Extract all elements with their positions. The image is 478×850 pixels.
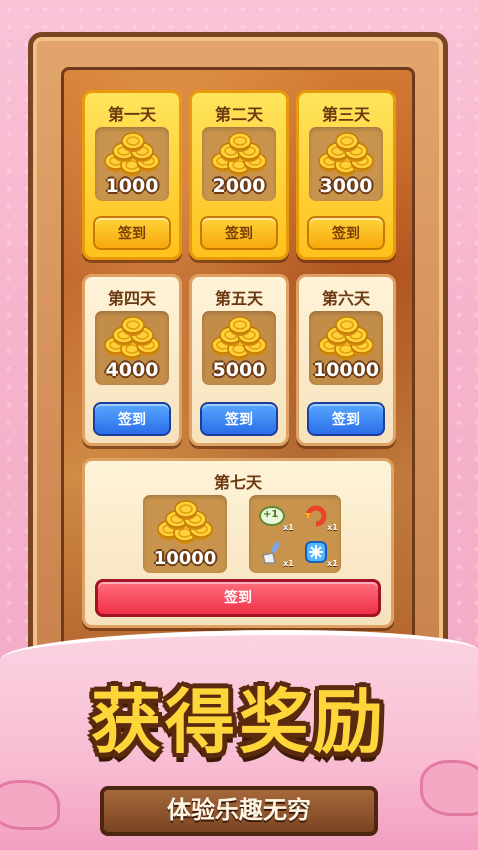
coin-amount: 5000: [212, 359, 266, 381]
banner-subtitle: 体验乐趣无穷: [167, 796, 311, 824]
coin-box: 3000: [309, 127, 383, 201]
sign-in-button[interactable]: 签到: [307, 216, 385, 250]
day-card-1: 第一天 1000 签到: [82, 90, 182, 260]
day-card-3: 第三天 3000 签到: [296, 90, 396, 260]
day-label: 第二天: [214, 105, 263, 124]
sign-in-button[interactable]: 签到: [95, 579, 381, 617]
freeze-icon: [303, 539, 329, 565]
day-label: 第六天: [321, 289, 370, 308]
coin-amount: 10000: [153, 548, 217, 569]
banner-title: 获得奖励: [91, 681, 387, 763]
day-label: 第七天: [213, 473, 262, 492]
sign-in-button[interactable]: 签到: [93, 402, 171, 436]
coin-box: 4000: [95, 311, 169, 385]
refresh-icon: [303, 503, 329, 529]
coin-stack-icon: [104, 316, 160, 360]
item-count: x1: [327, 523, 338, 532]
coin-amount: 3000: [319, 175, 373, 197]
sign-in-button[interactable]: 签到: [200, 402, 278, 436]
item-count: x1: [327, 559, 338, 568]
brush-icon: [259, 539, 285, 565]
day-label: 第三天: [321, 105, 370, 124]
coin-stack-icon: [318, 316, 374, 360]
items-box: +1 x1 x1 x1 x1: [249, 495, 341, 573]
item-count: x1: [283, 523, 294, 532]
coin-stack-icon: [318, 132, 374, 176]
pink-rock-decoration: [0, 780, 60, 830]
coin-stack-icon: [211, 316, 267, 360]
plus-one-text: +1: [263, 509, 279, 520]
coin-box: 1000: [95, 127, 169, 201]
banner-subtitle-ribbon: 体验乐趣无穷: [100, 786, 378, 836]
sign-in-button[interactable]: 签到: [93, 216, 171, 250]
day-card-7: 第七天 10000 +1 x1 x1 x1 x1 签到: [82, 458, 394, 628]
day-card-5: 第五天 5000 签到: [189, 274, 289, 446]
coin-stack-icon: [104, 132, 160, 176]
coin-stack-icon: [211, 132, 267, 176]
sign-in-button[interactable]: 签到: [200, 216, 278, 250]
pink-rock-decoration: [420, 760, 478, 816]
day-label: 第一天: [107, 105, 156, 124]
day-card-6: 第六天 10000 签到: [296, 274, 396, 446]
coin-amount: 4000: [105, 359, 159, 381]
day-label: 第四天: [107, 289, 156, 308]
coin-amount: 1000: [105, 175, 159, 197]
coin-stack-icon: [157, 500, 213, 544]
day-label: 第五天: [214, 289, 263, 308]
coin-box: 5000: [202, 311, 276, 385]
coin-amount: 10000: [312, 359, 380, 381]
coin-box: 2000: [202, 127, 276, 201]
plus-one-icon: +1: [259, 503, 285, 529]
item-count: x1: [283, 559, 294, 568]
coin-box: 10000: [143, 495, 227, 573]
day-card-2: 第二天 2000 签到: [189, 90, 289, 260]
coin-amount: 2000: [212, 175, 266, 197]
sign-in-button[interactable]: 签到: [307, 402, 385, 436]
day-card-4: 第四天 4000 签到: [82, 274, 182, 446]
coin-box: 10000: [309, 311, 383, 385]
